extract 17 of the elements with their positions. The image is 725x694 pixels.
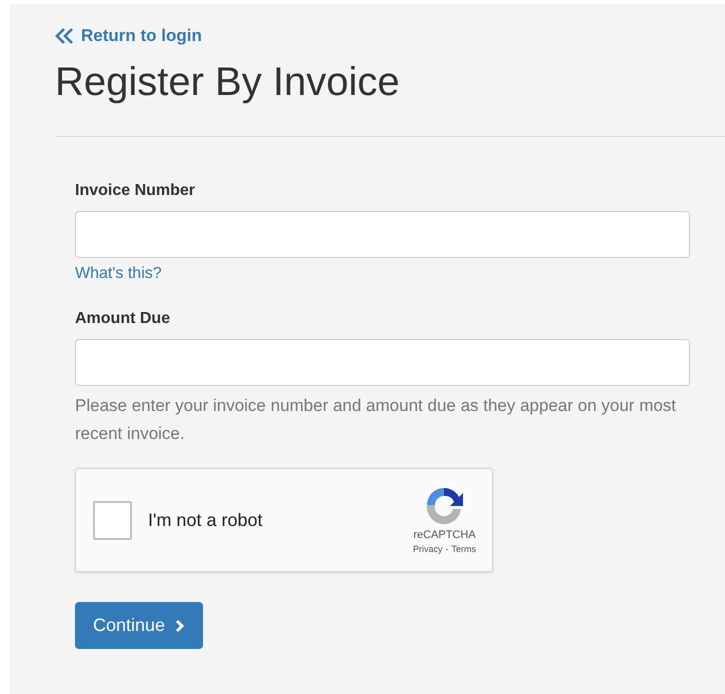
chevron-right-icon (175, 618, 186, 632)
back-link[interactable]: Return to login (55, 24, 202, 48)
instructions-text: Please enter your invoice number and amount due as they appear on your most recent invoice. (74, 395, 678, 445)
terms-link[interactable]: Terms (452, 542, 476, 556)
help-link[interactable]: What's this? (75, 265, 162, 282)
captcha-label: I'm not a robot (148, 508, 262, 532)
captcha-checkbox[interactable] (93, 500, 132, 540)
continue-button[interactable]: Continue (75, 602, 204, 649)
privacy-link[interactable]: Privacy (412, 542, 442, 556)
input-field[interactable] (75, 339, 690, 386)
field-label: Amount Due (75, 309, 172, 329)
page-title: Register By Invoice (55, 59, 400, 106)
input-field[interactable] (75, 211, 690, 258)
captcha-brand: reCAPTCHA (413, 528, 476, 542)
double-chevron-icon (55, 27, 75, 45)
field-label: Invoice Number (75, 181, 196, 201)
link-separator: - (446, 543, 448, 556)
